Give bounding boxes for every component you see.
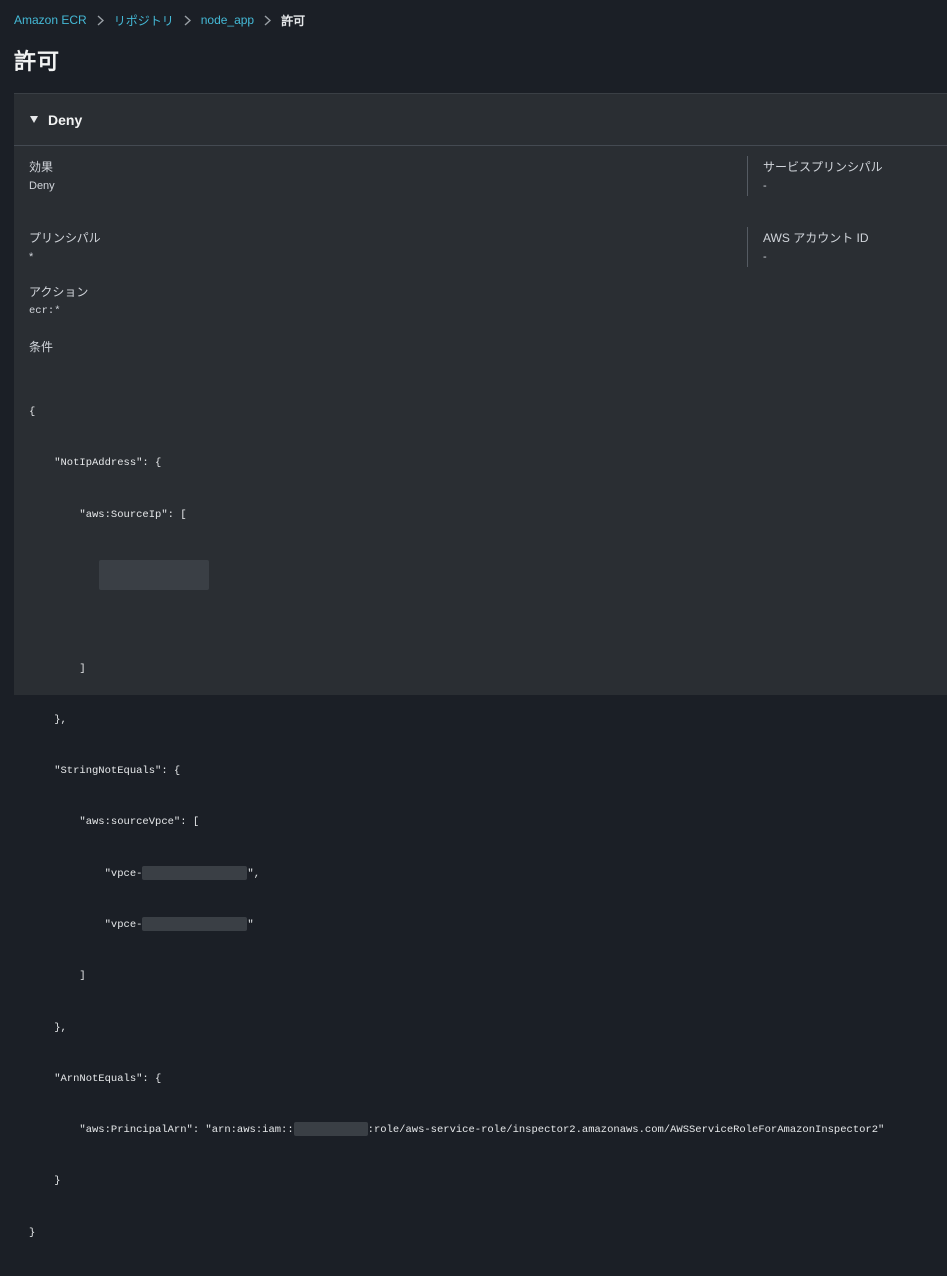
code-line: ] [29,662,86,675]
code-line: "aws:SourceIp": [ [29,508,187,521]
panel-header-toggle[interactable]: Deny [14,94,947,146]
action-label: アクション [29,285,89,299]
code-line: "vpce- " [29,917,884,934]
code-line: "aws:PrincipalArn": "arn:aws:iam:::role/… [29,1122,884,1139]
chevron-right-icon [184,14,191,26]
condition-json: { "NotIpAddress": { "aws:SourceIp": [ ] … [29,370,884,1276]
account-id-label: AWS アカウント ID [763,231,869,245]
code-line [29,558,884,591]
code-line: ] [29,970,86,983]
code-text: ", [247,867,261,880]
breadcrumb-repositories[interactable]: リポジトリ [114,12,174,29]
column-divider [747,227,748,267]
redacted-account-id [293,1122,368,1137]
code-line: "StringNotEquals": { [29,765,181,778]
breadcrumb-amazon-ecr[interactable]: Amazon ECR [14,13,87,27]
effect-label: 効果 [29,160,54,174]
breadcrumb: Amazon ECR リポジトリ node_app 許可 [14,12,305,28]
service-principal-value: - [763,180,767,192]
chevron-right-icon [97,14,104,26]
principal-label: プリンシパル [29,231,101,245]
code-line: { [29,406,36,419]
code-text: :role/aws-service-role/inspector2.amazon… [367,1124,885,1137]
condition-label: 条件 [29,340,54,354]
code-text: "aws:PrincipalArn": "arn:aws:iam:: [29,1124,294,1137]
code-line: "aws:sourceVpce": [ [29,816,200,829]
principal-value: * [29,251,34,263]
code-line: } [29,1226,36,1239]
redacted-vpce-id [142,917,248,932]
panel-title: Deny [48,111,83,128]
code-line: }, [29,713,67,726]
redacted-ip-block [99,560,209,591]
action-value: ecr:* [29,305,61,317]
policy-statement-panel: Deny 効果 Deny サービスプリンシパル - プリンシパル * AWS ア… [14,93,947,1239]
chevron-right-icon [264,14,272,26]
page-title: 許可 [14,49,61,74]
breadcrumb-node-app[interactable]: node_app [201,13,254,27]
code-line: "NotIpAddress": { [29,457,162,470]
effect-value: Deny [29,180,55,192]
code-text: "vpce- [29,867,143,880]
service-principal-label: サービスプリンシパル [763,160,883,174]
code-line: }, [29,1021,67,1034]
code-line: "ArnNotEquals": { [29,1072,162,1085]
code-text: "vpce- [29,919,143,931]
redacted-vpce-id [142,865,248,880]
column-divider [747,156,748,196]
code-line: "vpce- ", [29,865,884,883]
account-id-value: - [763,251,767,263]
code-text: " [247,919,254,931]
breadcrumb-current: 許可 [281,13,306,28]
caret-down-icon [30,116,38,123]
code-line: } [29,1175,61,1188]
